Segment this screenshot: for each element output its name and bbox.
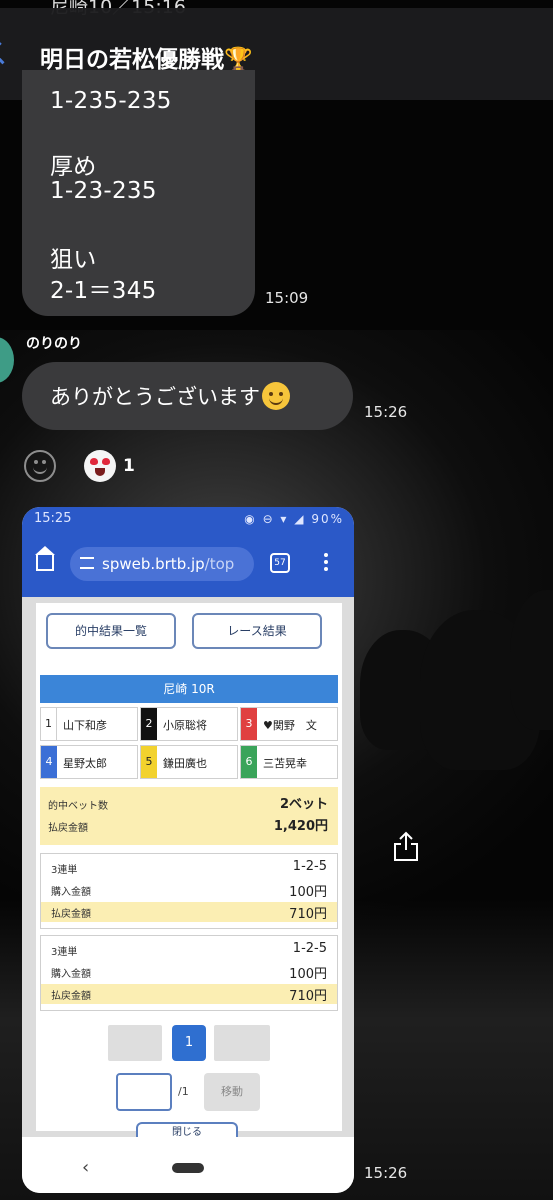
stake-value: 100円 [289, 885, 327, 900]
phone-status-bar: 15:25 ◉ ⊖ ▾ ◢ 90% [22, 507, 354, 533]
current-page-button: 1 [172, 1025, 206, 1061]
tabs-count-icon: 57 [270, 553, 290, 573]
bet-detail: 3連単 1-2-5 購入金額 100円 払戻金額 710円 [40, 935, 338, 1011]
message-timestamp: 15:09 [265, 289, 309, 307]
message-line: 厚め [50, 154, 97, 180]
message-timestamp: 15:26 [364, 403, 408, 421]
next-page-button [214, 1025, 270, 1061]
lane-number: 5 [141, 746, 157, 778]
payout-value: 710円 [289, 907, 327, 922]
racer-cell: 5 鎌田廣也 [140, 745, 238, 779]
prev-page-button [108, 1025, 162, 1061]
bet-row: 3連単 1-2-5 [41, 858, 337, 878]
reply-message-bubble[interactable]: ありがとうございます [22, 362, 353, 430]
status-icons: ◉ ⊖ ▾ ◢ 90% [244, 512, 344, 526]
page-total: /1 [178, 1085, 189, 1098]
smiling-face-emoji-icon [262, 382, 290, 410]
message-timestamp: 15:26 [364, 1164, 408, 1182]
bet-row: 3連単 1-2-5 [41, 940, 337, 960]
lane-number: 6 [241, 746, 257, 778]
racer-cell: 6 三苫晃幸 [240, 745, 338, 779]
hit-summary: 的中ベット数 2ベット 払戻金額 1,420円 [40, 787, 338, 845]
bet-type: 3連単 [51, 947, 78, 958]
lane-number: 3 [241, 708, 257, 740]
background-rocks [360, 590, 553, 820]
payout-value: 1,420円 [273, 819, 328, 834]
url-domain: spweb.brtb.jp [102, 555, 205, 573]
message-line: 狙い [50, 247, 97, 273]
racer-cell: 4 星野太郎 [40, 745, 138, 779]
page-number-input [116, 1073, 172, 1111]
sender-name: のりのり [26, 336, 82, 352]
url-path: /top [204, 555, 235, 573]
bet-detail: 3連単 1-2-5 購入金額 100円 払戻金額 710円 [40, 853, 338, 929]
prediction-message-bubble[interactable]: 1-235-235 厚め 1-23-235 狙い 2-1＝345 [22, 70, 255, 316]
lane-number: 1 [41, 708, 57, 740]
racer-name: 星野太郎 [63, 757, 107, 770]
racer-name: 鎌田廣也 [163, 757, 207, 770]
message-line: 1-23-235 [50, 178, 157, 204]
status-clock: 15:25 [34, 511, 72, 526]
payout-label: 払戻金額 [51, 909, 91, 920]
racer-name: ♥関野 文 [263, 719, 317, 732]
bet-row: 払戻金額 710円 [41, 902, 337, 922]
bet-row: 購入金額 100円 [41, 962, 337, 982]
site-settings-icon [80, 557, 94, 569]
message-line: 2-1＝345 [50, 278, 157, 304]
stake-label: 購入金額 [51, 969, 91, 980]
chat-title: 明日の若松優勝戦🏆 [40, 47, 253, 73]
overflow-menu-icon [324, 551, 328, 573]
payout-label: 払戻金額 [48, 823, 88, 834]
bet-type: 3連単 [51, 865, 78, 876]
racer-name: 小原聡将 [163, 719, 207, 732]
share-icon[interactable] [392, 830, 420, 862]
hit-bets-label: 的中ベット数 [48, 801, 108, 812]
stake-value: 100円 [289, 967, 327, 982]
reaction-count: 1 [123, 456, 135, 476]
payout-label: 払戻金額 [51, 991, 91, 1002]
bet-combo: 1-2-5 [292, 941, 327, 956]
home-icon [35, 546, 55, 571]
racer-cell: 1 山下和彦 [40, 707, 138, 741]
stake-label: 購入金額 [51, 887, 91, 898]
browser-toolbar: spweb.brtb.jp/top 57 [22, 533, 354, 597]
nav-back-icon: ‹ [82, 1157, 90, 1178]
rock-shape [510, 590, 553, 730]
url-field: spweb.brtb.jp/top [70, 547, 254, 581]
lane-number: 4 [41, 746, 57, 778]
url-text: spweb.brtb.jp/top [102, 555, 234, 573]
bet-combo: 1-2-5 [292, 859, 327, 874]
racer-name: 山下和彦 [63, 719, 107, 732]
racer-cell: 2 小原聡将 [140, 707, 238, 741]
race-results-button: レース結果 [192, 613, 322, 649]
add-reaction-icon[interactable] [24, 450, 56, 482]
move-button: 移動 [204, 1073, 260, 1111]
phone-nav-bar: ‹ [22, 1137, 354, 1193]
hit-bets-value: 2ベット [279, 797, 328, 812]
bet-row: 購入金額 100円 [41, 880, 337, 900]
bet-row: 払戻金額 710円 [41, 984, 337, 1004]
racer-cell: 3 ♥関野 文 [240, 707, 338, 741]
heart-eyes-reaction-icon[interactable] [84, 450, 116, 482]
results-card: 的中結果一覧 レース結果 尼崎 10R 1 山下和彦 2 小原聡将 3 ♥関野 … [36, 603, 342, 1142]
racer-name: 三苫晃幸 [263, 757, 307, 770]
race-title: 尼崎 10R [40, 675, 338, 703]
image-message-screenshot[interactable]: 15:25 ◉ ⊖ ▾ ◢ 90% spweb.brtb.jp/top 57 的… [22, 507, 354, 1193]
reply-text-line: ありがとうございます [50, 381, 290, 412]
web-page: 的中結果一覧 レース結果 尼崎 10R 1 山下和彦 2 小原聡将 3 ♥関野 … [22, 597, 354, 1142]
lane-number: 2 [141, 708, 157, 740]
back-chevron-icon[interactable] [0, 41, 13, 65]
nav-home-pill [172, 1163, 204, 1173]
hit-results-button: 的中結果一覧 [46, 613, 176, 649]
payout-value: 710円 [289, 989, 327, 1004]
message-line: 1-235-235 [50, 88, 172, 114]
reply-text: ありがとうございます [50, 385, 260, 409]
